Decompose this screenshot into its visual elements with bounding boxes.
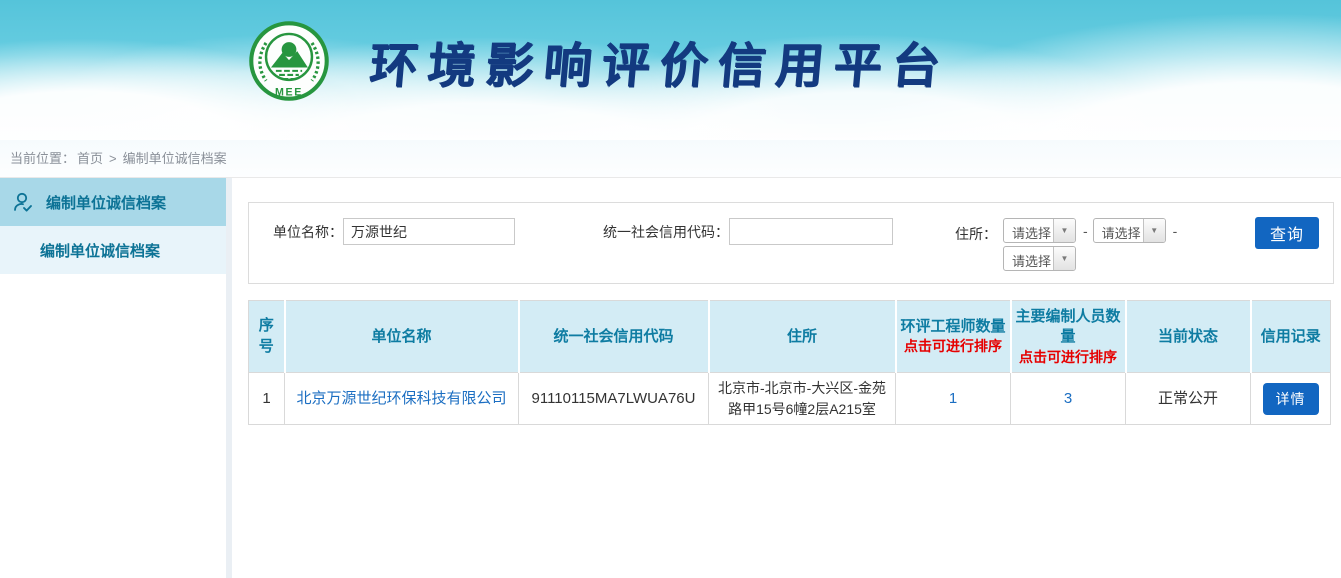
breadcrumb-separator: > bbox=[109, 151, 117, 166]
sidebar-subitem-credit-archive[interactable]: 编制单位诚信档案 bbox=[0, 226, 226, 274]
address-dash: - bbox=[1173, 223, 1178, 239]
sidebar: 编制单位诚信档案 编制单位诚信档案 bbox=[0, 178, 226, 578]
row-index: 1 bbox=[249, 373, 285, 425]
district-select[interactable]: 请选择 ▼ bbox=[1003, 246, 1076, 271]
col-index: 序号 bbox=[249, 301, 285, 373]
chevron-down-icon[interactable]: ▼ bbox=[1053, 247, 1075, 270]
col-company: 单位名称 bbox=[285, 301, 519, 373]
unit-name-label: 单位名称： bbox=[273, 222, 343, 242]
unit-name-group: 单位名称： bbox=[273, 218, 515, 245]
credit-code-cell: 91110115MA7LWUA76U bbox=[519, 373, 709, 425]
city-select[interactable]: 请选择 ▼ bbox=[1093, 218, 1166, 243]
sidebar-subitem-label: 编制单位诚信档案 bbox=[40, 240, 160, 261]
col-status: 当前状态 bbox=[1126, 301, 1251, 373]
breadcrumb-label: 当前位置： bbox=[10, 151, 75, 166]
staff-count-link[interactable]: 3 bbox=[1064, 390, 1072, 407]
city-select-value: 请选择 bbox=[1094, 219, 1143, 242]
col-address: 住所 bbox=[709, 301, 896, 373]
col-staff-count-label: 主要编制人员数量 bbox=[1015, 308, 1120, 345]
address-cell: 北京市-北京市-大兴区-金苑路甲15号6幢2层A215室 bbox=[709, 373, 896, 425]
col-engineer-count-label: 环评工程师数量 bbox=[900, 318, 1005, 335]
engineer-sort-hint[interactable]: 点击可进行排序 bbox=[900, 337, 1007, 356]
col-engineer-count: 环评工程师数量 点击可进行排序 bbox=[896, 301, 1011, 373]
unit-name-input[interactable] bbox=[343, 218, 515, 245]
credit-code-input[interactable] bbox=[729, 218, 893, 245]
staff-sort-hint[interactable]: 点击可进行排序 bbox=[1015, 348, 1122, 367]
site-banner: MEE 环境影响评价信用平台 bbox=[0, 0, 1341, 140]
col-credit-code: 统一社会信用代码 bbox=[519, 301, 709, 373]
detail-button[interactable]: 详情 bbox=[1263, 383, 1319, 415]
breadcrumb: 当前位置：首页 > 编制单位诚信档案 bbox=[0, 140, 1341, 178]
sidebar-item-label: 编制单位诚信档案 bbox=[46, 192, 166, 213]
breadcrumb-current: 编制单位诚信档案 bbox=[123, 151, 227, 166]
company-link[interactable]: 北京万源世纪环保科技有限公司 bbox=[296, 390, 506, 407]
sidebar-item-credit-archive[interactable]: 编制单位诚信档案 bbox=[0, 178, 226, 226]
address-dash: - bbox=[1083, 223, 1088, 239]
logo-text: MEE bbox=[275, 86, 303, 98]
province-select-value: 请选择 bbox=[1004, 219, 1053, 242]
address-group: 住所： 请选择 ▼ - 请选择 ▼ - bbox=[955, 218, 1182, 271]
status-cell: 正常公开 bbox=[1126, 373, 1251, 425]
engineer-count-link[interactable]: 1 bbox=[949, 390, 957, 407]
chevron-down-icon[interactable]: ▼ bbox=[1143, 219, 1165, 242]
mee-logo-icon: MEE bbox=[248, 18, 330, 104]
address-label: 住所： bbox=[955, 224, 997, 244]
main-content: 单位名称： 统一社会信用代码： 住所： 请选择 ▼ - bbox=[232, 178, 1341, 578]
query-button[interactable]: 查询 bbox=[1255, 217, 1319, 249]
table-row: 1 北京万源世纪环保科技有限公司 91110115MA7LWUA76U 北京市-… bbox=[249, 373, 1331, 425]
user-check-icon bbox=[12, 190, 36, 214]
table-header-row: 序号 单位名称 统一社会信用代码 住所 环评工程师数量 点击可进行排序 主要编制… bbox=[249, 301, 1331, 373]
col-staff-count: 主要编制人员数量 点击可进行排序 bbox=[1011, 301, 1126, 373]
results-table: 序号 单位名称 统一社会信用代码 住所 环评工程师数量 点击可进行排序 主要编制… bbox=[248, 300, 1331, 425]
breadcrumb-home-link[interactable]: 首页 bbox=[77, 151, 103, 166]
chevron-down-icon[interactable]: ▼ bbox=[1053, 219, 1075, 242]
search-panel: 单位名称： 统一社会信用代码： 住所： 请选择 ▼ - bbox=[248, 202, 1334, 284]
site-title: 环境影响评价信用平台 bbox=[367, 26, 953, 96]
province-select[interactable]: 请选择 ▼ bbox=[1003, 218, 1076, 243]
col-credit-record: 信用记录 bbox=[1251, 301, 1331, 373]
district-select-value: 请选择 bbox=[1004, 247, 1053, 270]
credit-code-label: 统一社会信用代码： bbox=[603, 222, 729, 242]
credit-code-group: 统一社会信用代码： bbox=[603, 218, 893, 245]
